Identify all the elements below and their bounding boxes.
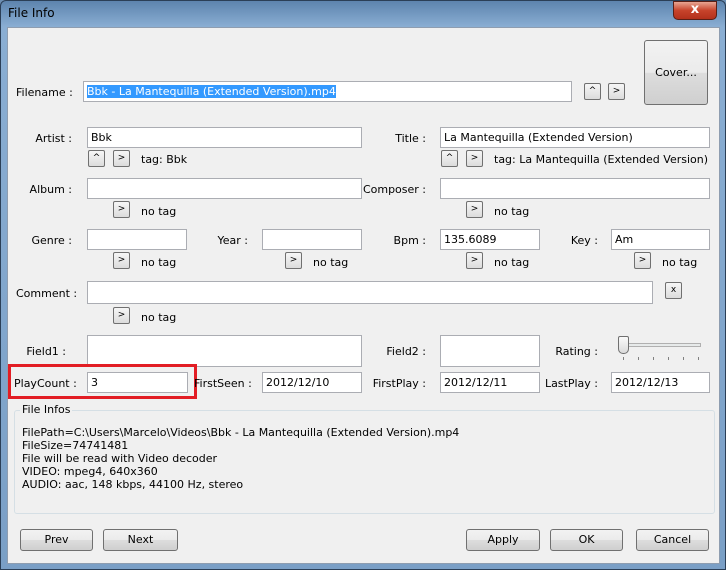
- rating-tick: [668, 357, 669, 360]
- cover-button[interactable]: Cover...: [644, 40, 708, 105]
- year-tag: no tag: [313, 256, 349, 269]
- field2-label: Field2 :: [386, 345, 426, 358]
- prev-button[interactable]: Prev: [20, 529, 93, 551]
- album-label: Album :: [29, 183, 72, 196]
- composer-next-button[interactable]: >: [466, 201, 483, 218]
- window-title: File Info: [8, 6, 55, 20]
- comment-input[interactable]: [87, 281, 653, 304]
- genre-next-button[interactable]: >: [113, 252, 130, 269]
- file-info-line: FileSize=74741481: [22, 439, 129, 452]
- artist-up-button[interactable]: ^: [88, 150, 105, 167]
- file-info-window: File Info x Filename : Bbk - La Mantequi…: [0, 0, 726, 570]
- composer-input[interactable]: [440, 178, 710, 199]
- dialog-client-area: Filename : Bbk - La Mantequilla (Extende…: [7, 27, 720, 564]
- key-label: Key :: [570, 234, 598, 247]
- filename-next-button[interactable]: >: [608, 83, 625, 100]
- title-next-button[interactable]: >: [466, 150, 483, 167]
- field2-input[interactable]: [440, 335, 540, 367]
- rating-label: Rating :: [555, 345, 598, 358]
- bpm-input[interactable]: 135.6089: [440, 229, 540, 250]
- genre-input[interactable]: [87, 229, 187, 250]
- file-info-line: FilePath=C:\Users\Marcelo\Videos\Bbk - L…: [22, 426, 460, 439]
- key-tag: no tag: [662, 256, 698, 269]
- year-label: Year :: [217, 234, 249, 247]
- rating-tick: [623, 357, 624, 360]
- firstseen-label: FirstSeen :: [194, 377, 252, 390]
- comment-label: Comment :: [16, 287, 78, 300]
- ok-button[interactable]: OK: [550, 529, 623, 551]
- lastplay-input[interactable]: 2012/12/13: [611, 372, 710, 393]
- playcount-input[interactable]: 3: [87, 372, 188, 393]
- file-info-line: AUDIO: aac, 148 kbps, 44100 Hz, stereo: [22, 478, 244, 491]
- filename-label: Filename :: [16, 86, 73, 99]
- file-infos-title: File Infos: [20, 403, 73, 417]
- year-input[interactable]: [262, 229, 362, 250]
- rating-tick: [653, 357, 654, 360]
- cancel-button[interactable]: Cancel: [636, 529, 709, 551]
- title-up-button[interactable]: ^: [441, 150, 458, 167]
- artist-next-button[interactable]: >: [113, 150, 130, 167]
- album-tag: no tag: [141, 205, 177, 218]
- title-label: Title :: [395, 132, 426, 145]
- title-bar[interactable]: File Info x: [1, 1, 726, 27]
- title-tag: tag: La Mantequilla (Extended Version): [494, 153, 709, 166]
- genre-tag: no tag: [141, 256, 177, 269]
- field1-input[interactable]: [87, 335, 362, 367]
- rating-tick: [698, 357, 699, 360]
- year-next-button[interactable]: >: [285, 252, 302, 269]
- rating-tick: [683, 357, 684, 360]
- key-next-button[interactable]: >: [634, 252, 651, 269]
- rating-slider-thumb[interactable]: [618, 336, 629, 354]
- filename-up-button[interactable]: ^: [584, 83, 601, 100]
- bpm-label: Bpm :: [393, 234, 426, 247]
- genre-label: Genre :: [31, 234, 72, 247]
- comment-tag: no tag: [141, 311, 177, 324]
- title-input[interactable]: La Mantequilla (Extended Version): [440, 127, 710, 148]
- comment-clear-button[interactable]: x: [665, 282, 682, 299]
- file-info-line: VIDEO: mpeg4, 640x360: [22, 465, 158, 478]
- firstplay-input[interactable]: 2012/12/11: [440, 372, 540, 393]
- firstplay-label: FirstPlay :: [372, 377, 426, 390]
- next-button[interactable]: Next: [103, 529, 178, 551]
- artist-label: Artist :: [35, 132, 72, 145]
- filename-value: Bbk - La Mantequilla (Extended Version).…: [87, 85, 336, 98]
- comment-next-button[interactable]: >: [113, 307, 130, 324]
- apply-button[interactable]: Apply: [466, 529, 540, 551]
- composer-label: Composer :: [362, 183, 426, 196]
- rating-slider-track: [620, 343, 701, 347]
- album-input[interactable]: [87, 178, 362, 199]
- file-info-line: File will be read with Video decoder: [22, 452, 218, 465]
- filename-input[interactable]: Bbk - La Mantequilla (Extended Version).…: [83, 81, 572, 102]
- file-infos-text: FilePath=C:\Users\Marcelo\Videos\Bbk - L…: [22, 426, 459, 491]
- artist-tag: tag: Bbk: [141, 153, 188, 166]
- album-next-button[interactable]: >: [113, 201, 130, 218]
- key-input[interactable]: Am: [611, 229, 710, 250]
- artist-input[interactable]: Bbk: [87, 127, 362, 148]
- field1-label: Field1 :: [26, 345, 66, 358]
- composer-tag: no tag: [494, 205, 530, 218]
- bpm-tag: no tag: [494, 256, 530, 269]
- playcount-label: PlayCount :: [14, 377, 77, 390]
- rating-tick: [638, 357, 639, 360]
- lastplay-label: LastPlay :: [544, 377, 598, 390]
- bpm-next-button[interactable]: >: [466, 252, 483, 269]
- firstseen-input[interactable]: 2012/12/10: [262, 372, 362, 393]
- close-button[interactable]: x: [673, 1, 717, 20]
